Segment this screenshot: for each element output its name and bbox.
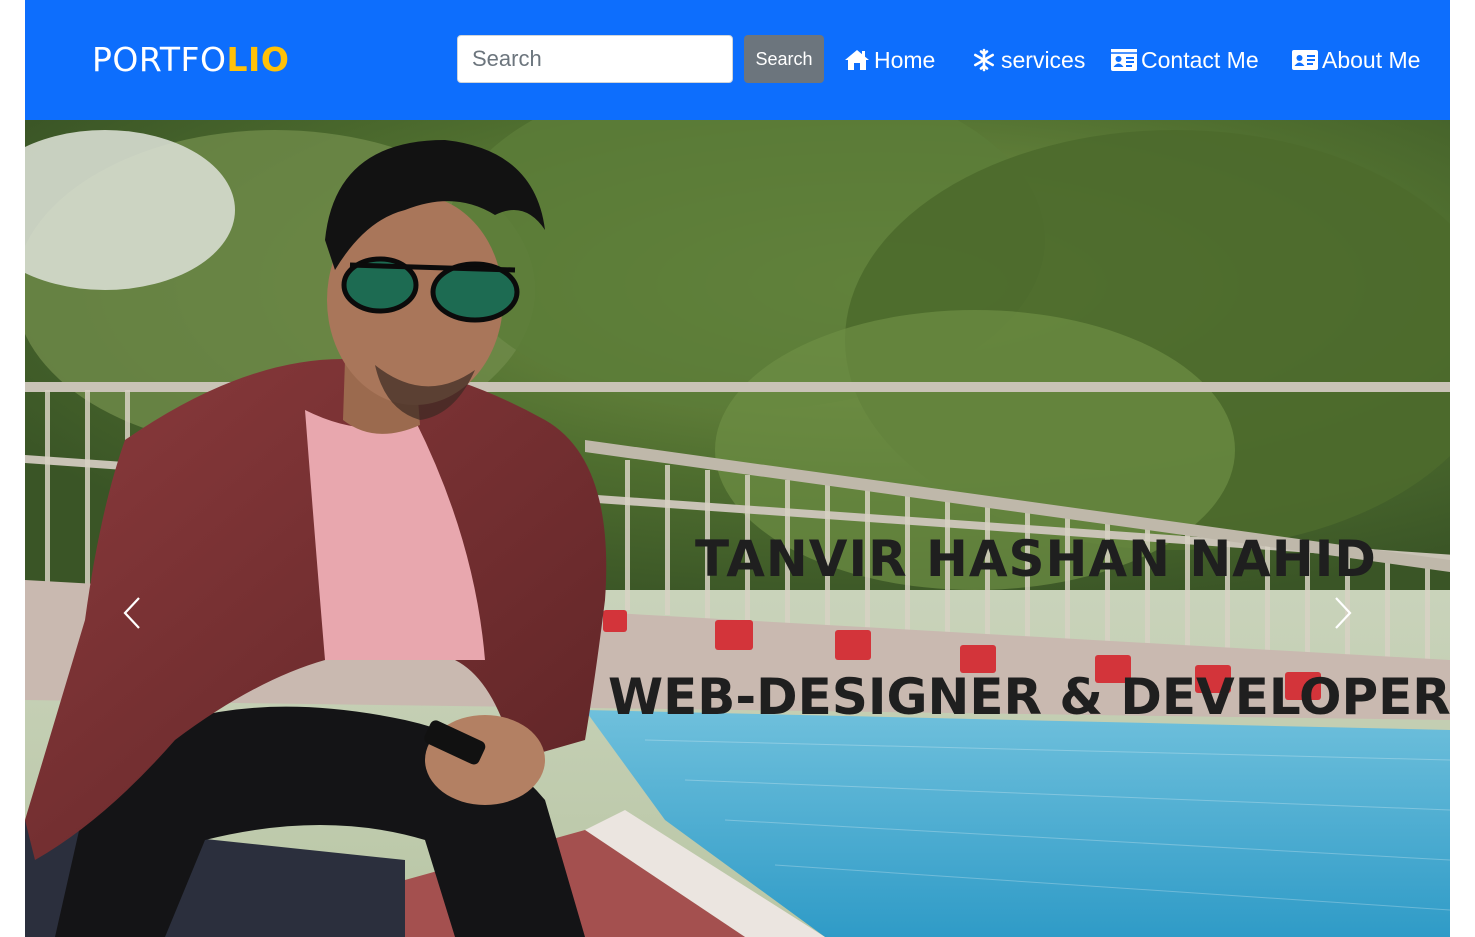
carousel-prev-button[interactable] <box>112 590 152 640</box>
nav-link-services-label: services <box>1001 46 1086 73</box>
nav-link-contact-label: Contact Me <box>1141 46 1259 73</box>
chevron-left-icon <box>122 596 142 635</box>
hero-name-heading: TANVIR HASHAN NAHID <box>695 530 1377 588</box>
nav-link-about[interactable]: About Me <box>1292 44 1420 76</box>
page: PORTFOLIO Search Home <box>25 0 1450 937</box>
nav-link-home[interactable]: Home <box>844 44 935 76</box>
carousel-next-button[interactable] <box>1323 590 1363 640</box>
contact-card-icon <box>1111 47 1137 73</box>
brand-text-main: PORTFO <box>92 40 227 79</box>
hero-carousel: TANVIR HASHAN NAHID WEB-DESIGNER & DEVEL… <box>25 120 1450 937</box>
nav-link-about-label: About Me <box>1322 46 1421 73</box>
home-icon <box>844 47 870 73</box>
id-card-icon <box>1292 47 1318 73</box>
brand-text-accent: LIO <box>226 40 290 79</box>
navbar: PORTFOLIO Search Home <box>25 0 1450 120</box>
search-button[interactable]: Search <box>744 35 824 83</box>
brand-logo[interactable]: PORTFOLIO <box>92 40 289 80</box>
snowflake-icon <box>971 47 997 73</box>
chevron-right-icon <box>1333 596 1353 635</box>
nav-link-services[interactable]: services <box>971 44 1085 76</box>
nav-link-contact[interactable]: Contact Me <box>1111 44 1259 76</box>
hero-role-heading: WEB-DESIGNER & DEVELOPER <box>608 668 1450 726</box>
nav-link-home-label: Home <box>874 46 936 73</box>
search-input[interactable] <box>457 35 733 83</box>
